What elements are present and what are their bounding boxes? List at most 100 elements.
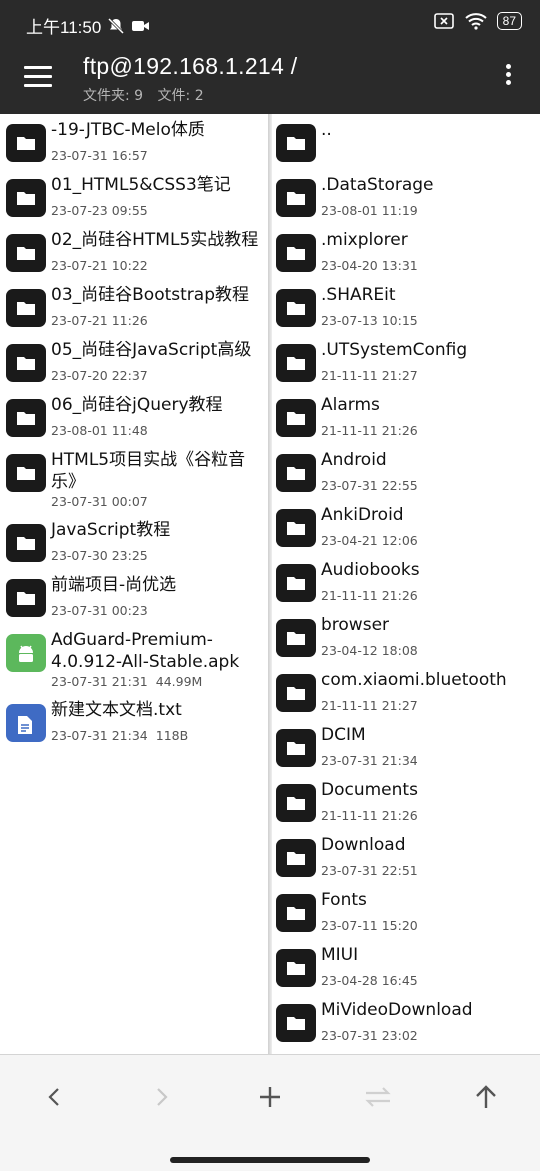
file-name: 05_尚硅谷JavaScript高级 — [51, 340, 252, 360]
file-date: 21-11-11 21:26 — [321, 808, 418, 823]
file-meta: 23-07-21 10:22 — [51, 258, 148, 273]
file-meta: 21-11-11 21:26 — [321, 423, 418, 438]
file-list-item[interactable]: DCIM 23-07-31 21:34 — [272, 719, 540, 774]
file-name: AnkiDroid — [321, 505, 404, 525]
folder-icon — [276, 619, 316, 657]
file-size: 44.99M — [155, 674, 203, 689]
file-list-item[interactable]: Audiobooks 21-11-11 21:26 — [272, 554, 540, 609]
file-list-item[interactable]: 02_尚硅谷HTML5实战教程 23-07-21 10:22 — [0, 224, 268, 279]
folder-icon — [6, 399, 46, 437]
file-list-item[interactable]: Documents 21-11-11 21:26 — [272, 774, 540, 829]
file-name: browser — [321, 615, 390, 635]
file-name: HTML5项目实战《谷粒音乐》 — [51, 450, 246, 492]
file-date: 21-11-11 21:26 — [321, 588, 418, 603]
file-list-item[interactable]: .DataStorage 23-08-01 11:19 — [272, 169, 540, 224]
file-name: .UTSystemConfig — [321, 340, 468, 360]
file-meta: 21-11-11 21:26 — [321, 588, 418, 603]
file-meta: 23-07-31 00:07 — [51, 494, 148, 509]
folder-icon — [276, 729, 316, 767]
file-date: 23-08-01 11:19 — [321, 203, 418, 218]
file-name: .mixplorer — [321, 230, 408, 250]
file-meta: 23-07-11 15:20 — [321, 918, 418, 933]
file-list-item[interactable]: Android 23-07-31 22:55 — [272, 444, 540, 499]
folder-icon — [276, 839, 316, 877]
file-list-item[interactable]: Alarms 21-11-11 21:26 — [272, 389, 540, 444]
file-meta: 21-11-11 21:27 — [321, 698, 418, 713]
file-name: DCIM — [321, 725, 366, 745]
file-list-item[interactable]: .SHAREit 23-07-13 10:15 — [272, 279, 540, 334]
folder-icon — [276, 949, 316, 987]
file-date: 23-07-31 21:34 — [321, 753, 418, 768]
file-meta: 23-08-01 11:19 — [321, 203, 418, 218]
folder-icon — [276, 674, 316, 712]
folder-icon — [276, 784, 316, 822]
back-icon[interactable] — [34, 1077, 74, 1117]
file-list-item[interactable]: 05_尚硅谷JavaScript高级 23-07-20 22:37 — [0, 334, 268, 389]
file-meta: 23-04-12 18:08 — [321, 643, 418, 658]
folder-icon — [276, 344, 316, 382]
folder-icon — [276, 509, 316, 547]
file-list-item[interactable]: .UTSystemConfig 21-11-11 21:27 — [272, 334, 540, 389]
file-meta: 23-04-20 13:31 — [321, 258, 418, 273]
file-list-item[interactable]: .mixplorer 23-04-20 13:31 — [272, 224, 540, 279]
file-list-item[interactable]: AnkiDroid 23-04-21 12:06 — [272, 499, 540, 554]
file-meta: 23-07-31 22:55 — [321, 478, 418, 493]
battery-indicator: 87 — [496, 12, 522, 30]
folder-icon — [276, 564, 316, 602]
file-name: 前端项目-尚优选 — [51, 575, 177, 595]
file-list-item[interactable]: MIUI 23-04-28 16:45 — [272, 939, 540, 994]
up-icon[interactable] — [466, 1077, 506, 1117]
folder-icon — [6, 579, 46, 617]
file-date: 23-04-28 16:45 — [321, 973, 418, 988]
file-list-item[interactable]: -19-JTBC-Melo体质 23-07-31 16:57 — [0, 114, 268, 169]
file-date: 21-11-11 21:27 — [321, 368, 418, 383]
file-list-item[interactable]: browser 23-04-12 18:08 — [272, 609, 540, 664]
file-list-item[interactable]: JavaScript教程 23-07-30 23:25 — [0, 514, 268, 569]
folder-icon — [6, 124, 46, 162]
file-name: -19-JTBC-Melo体质 — [51, 120, 205, 140]
file-name: Audiobooks — [321, 560, 420, 580]
folder-icon — [6, 234, 46, 272]
file-date: 23-07-31 00:07 — [51, 494, 148, 509]
file-name: Android — [321, 450, 387, 470]
file-list-item[interactable]: 03_尚硅谷Bootstrap教程 23-07-21 11:26 — [0, 279, 268, 334]
file-list-item[interactable]: AdGuard-Premium-4.0.912-All-Stable.apk 23… — [0, 624, 268, 694]
wifi-icon — [464, 13, 487, 30]
file-name: .SHAREit — [321, 285, 396, 305]
file-list-item[interactable]: 新建文本文档.txt 23-07-31 21:34 118B — [0, 694, 268, 749]
text-file-icon — [6, 704, 46, 742]
file-list-item[interactable]: Fonts 23-07-11 15:20 — [272, 884, 540, 939]
add-icon[interactable] — [250, 1077, 290, 1117]
menu-icon[interactable] — [24, 66, 52, 88]
mute-icon — [108, 17, 125, 34]
swap-icon[interactable] — [358, 1077, 398, 1117]
file-list-item[interactable]: 06_尚硅谷jQuery教程 23-08-01 11:48 — [0, 389, 268, 444]
file-meta: 23-07-30 23:25 — [51, 548, 148, 563]
file-date: 23-07-21 11:26 — [51, 313, 148, 328]
file-list-item[interactable]: com.xiaomi.bluetooth 21-11-11 21:27 — [272, 664, 540, 719]
file-date: 21-11-11 21:27 — [321, 698, 418, 713]
file-count: 文件: 2 — [157, 88, 204, 104]
file-date: 23-07-31 00:23 — [51, 603, 148, 618]
right-file-pane: .. .DataStorage 23-08-01 11:19 .mixplorer 23… — [272, 114, 540, 1054]
file-list-item[interactable]: 01_HTML5&CSS3笔记 23-07-23 09:55 — [0, 169, 268, 224]
folder-icon — [6, 289, 46, 327]
file-date: 23-07-11 15:20 — [321, 918, 418, 933]
app-bar: ftp@192.168.1.214 / 文件夹: 9 文件: 2 — [0, 46, 540, 114]
file-list-item[interactable]: MiVideoDownload 23-07-31 23:02 — [272, 994, 540, 1049]
bottom-toolbar — [0, 1054, 540, 1171]
forward-icon[interactable] — [142, 1077, 182, 1117]
file-meta: 23-07-31 22:51 — [321, 863, 418, 878]
file-list-item[interactable]: Download 23-07-31 22:51 — [272, 829, 540, 884]
file-name: 06_尚硅谷jQuery教程 — [51, 395, 223, 415]
file-meta: 23-04-28 16:45 — [321, 973, 418, 988]
home-indicator[interactable] — [170, 1157, 370, 1163]
overflow-menu-icon[interactable] — [498, 64, 518, 94]
file-date: 23-07-20 22:37 — [51, 368, 148, 383]
file-list-item[interactable]: 前端项目-尚优选 23-07-31 00:23 — [0, 569, 268, 624]
file-list-item[interactable]: .. — [272, 114, 540, 169]
folder-count: 文件夹: 9 — [83, 88, 144, 104]
file-name: 02_尚硅谷HTML5实战教程 — [51, 230, 259, 250]
file-size: 118B — [155, 728, 189, 743]
file-list-item[interactable]: HTML5项目实战《谷粒音乐》 23-07-31 00:07 — [0, 444, 268, 514]
